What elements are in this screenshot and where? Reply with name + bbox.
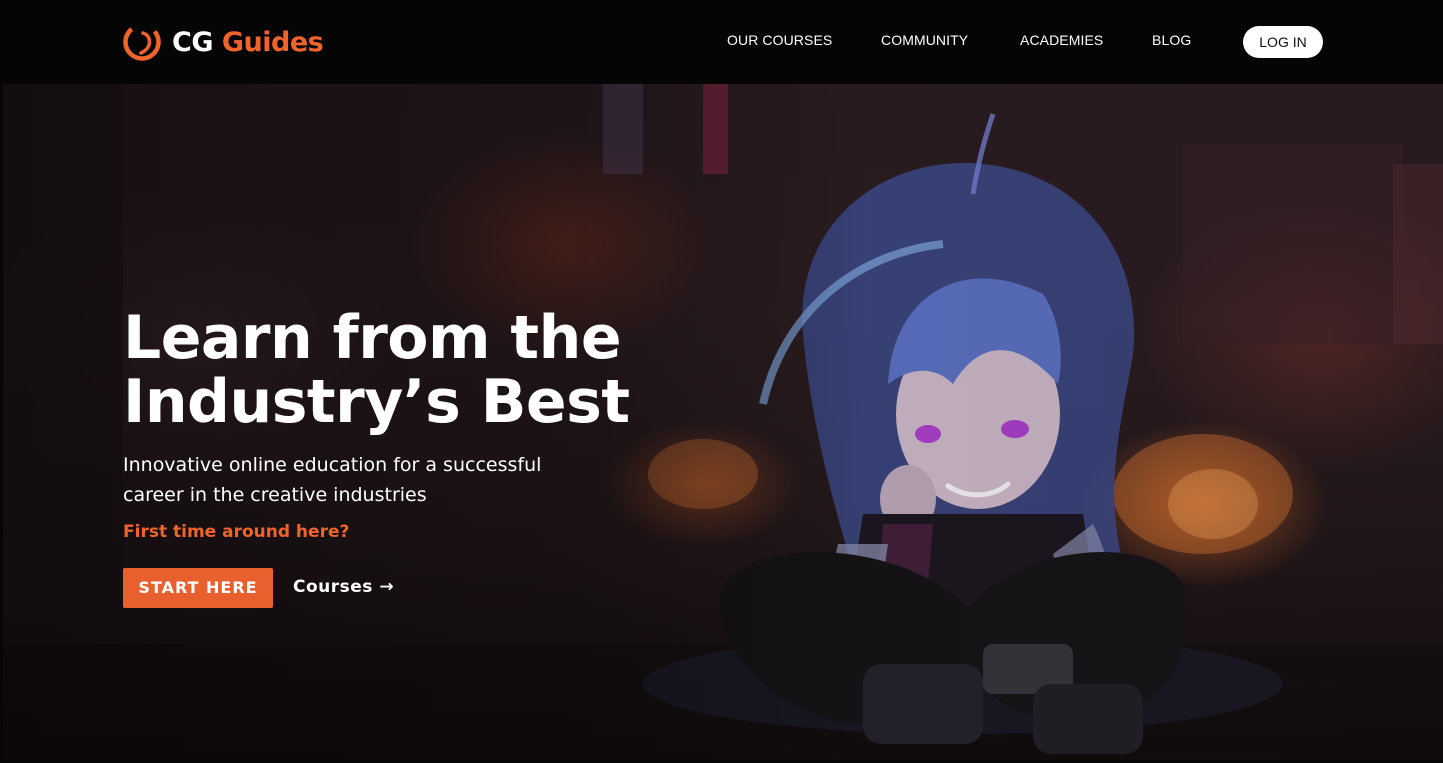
nav-blog[interactable]: BLOG <box>1152 32 1191 48</box>
hero-section: Learn from the Industry’s Best Innovativ… <box>3 84 1443 760</box>
nav-academies[interactable]: ACADEMIES <box>1020 32 1103 48</box>
hero-subtitle: Innovative online education for a succes… <box>123 454 542 506</box>
login-button[interactable]: LOG IN <box>1243 26 1323 58</box>
start-here-button[interactable]: START HERE <box>123 568 273 608</box>
courses-link[interactable]: Courses → <box>293 577 394 597</box>
hero-title-line2: Industry’s Best <box>123 367 630 437</box>
hero-title: Learn from the Industry’s Best <box>123 306 683 434</box>
nav-community[interactable]: COMMUNITY <box>881 32 968 48</box>
first-time-link[interactable]: First time around here? <box>123 522 349 542</box>
main-nav: OUR COURSES COMMUNITY ACADEMIES BLOG LOG… <box>0 0 1443 84</box>
page: CG Guides OUR COURSES COMMUNITY ACADEMIE… <box>0 0 1443 763</box>
nav-our-courses[interactable]: OUR COURSES <box>727 32 832 48</box>
hero-title-line1: Learn from the <box>123 303 622 373</box>
site-header: CG Guides OUR COURSES COMMUNITY ACADEMIE… <box>0 0 1443 84</box>
